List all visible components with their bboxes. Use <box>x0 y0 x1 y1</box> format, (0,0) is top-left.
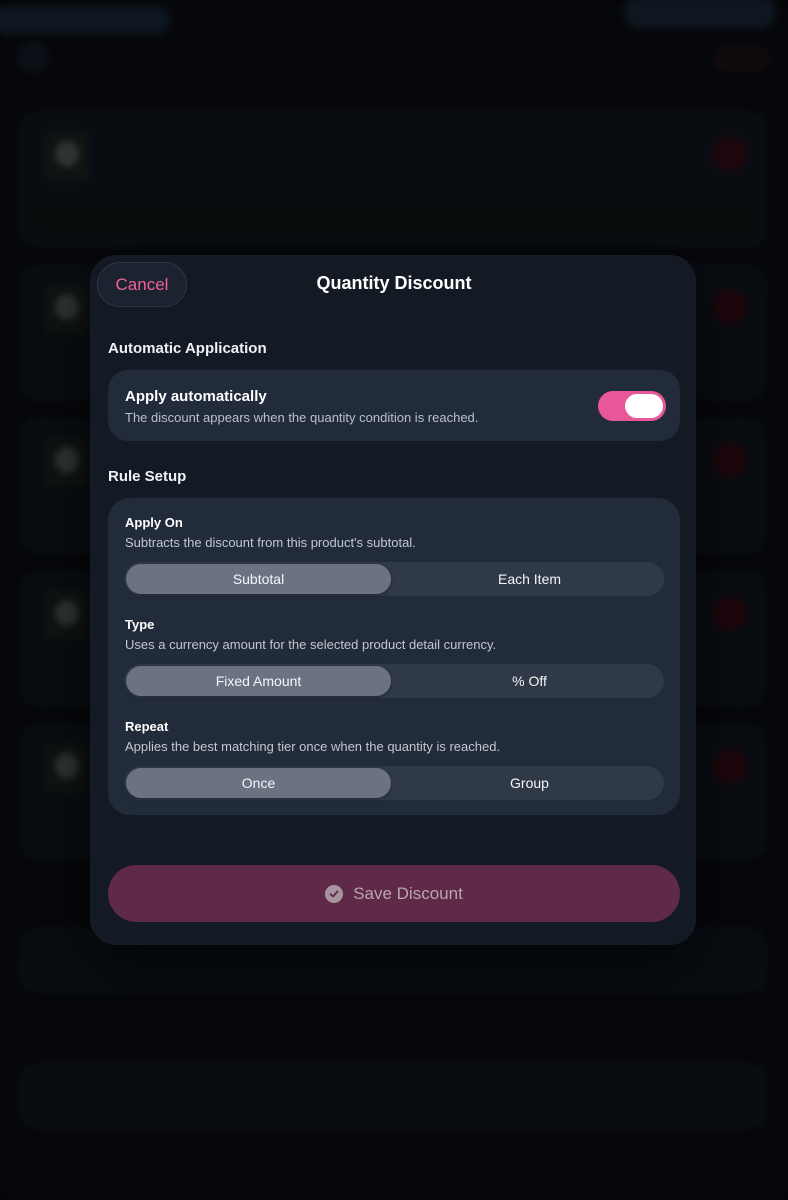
apply-automatically-row: Apply automatically The discount appears… <box>108 370 680 441</box>
checkmark-circle-icon <box>325 884 344 903</box>
type-description: Uses a currency amount for the selected … <box>125 637 497 652</box>
save-discount-button[interactable]: Save Discount <box>108 865 680 922</box>
apply-automatically-toggle[interactable] <box>598 391 666 421</box>
repeat-option-once[interactable]: Once <box>126 768 391 798</box>
type-label: Type <box>125 617 155 632</box>
modal-title: Quantity Discount <box>316 273 472 293</box>
repeat-option-group[interactable]: Group <box>397 768 662 798</box>
repeat-label: Repeat <box>125 719 169 734</box>
cancel-button[interactable]: Cancel <box>97 262 187 307</box>
repeat-segmented-control: Once Group <box>124 766 664 800</box>
apply-automatically-description: The discount appears when the quantity c… <box>125 410 479 425</box>
rule-setup-card: Apply On Subtracts the discount from thi… <box>108 498 680 815</box>
save-discount-label: Save Discount <box>353 883 463 903</box>
automatic-application-heading: Automatic Application <box>108 340 267 357</box>
apply-on-option-each-item[interactable]: Each Item <box>397 564 662 594</box>
type-segmented-control: Fixed Amount % Off <box>124 664 664 698</box>
type-option-percent-off[interactable]: % Off <box>397 666 662 696</box>
apply-automatically-label: Apply automatically <box>125 388 267 405</box>
screen: Cancel Quantity Discount Automatic Appli… <box>0 0 788 1200</box>
toggle-knob <box>625 394 663 418</box>
apply-on-option-subtotal[interactable]: Subtotal <box>126 564 391 594</box>
type-option-fixed-amount[interactable]: Fixed Amount <box>126 666 391 696</box>
apply-on-label: Apply On <box>125 515 183 530</box>
apply-on-description: Subtracts the discount from this product… <box>125 535 416 550</box>
rule-setup-heading: Rule Setup <box>108 468 187 485</box>
repeat-description: Applies the best matching tier once when… <box>125 739 501 754</box>
apply-on-segmented-control: Subtotal Each Item <box>124 562 664 596</box>
